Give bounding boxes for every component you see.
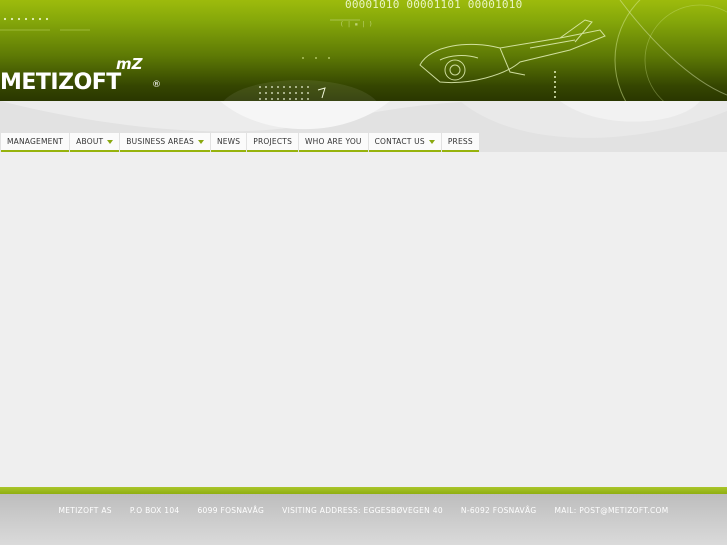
nav-item-about[interactable]: ABOUT xyxy=(70,133,120,152)
nav-item-contact-us[interactable]: CONTACT US xyxy=(368,133,441,152)
nav-label: PROJECTS xyxy=(253,137,293,146)
nav-item-who-are-you[interactable]: WHO ARE YOU xyxy=(299,133,368,152)
footer: METIZOFT AS P.O BOX 104 6099 FOSNAVÅG VI… xyxy=(0,494,727,545)
nav-label: NEWS xyxy=(216,137,241,146)
vertical-dots-decoration xyxy=(554,71,556,98)
dropdown-caret-icon xyxy=(428,139,435,144)
nav-item-projects[interactable]: PROJECTS xyxy=(247,133,299,152)
nav-label: CONTACT US xyxy=(374,137,425,146)
dotted-row-decoration xyxy=(3,17,49,21)
nav-label: ABOUT xyxy=(76,137,104,146)
footer-po-box: P.O BOX 104 xyxy=(129,506,180,515)
page: ( | ▪ | ) 00001010 00001101 00001010 mZ … xyxy=(0,0,727,545)
nav-item-management[interactable]: MANAGEMENT xyxy=(1,133,70,152)
nav-item-news[interactable]: NEWS xyxy=(210,133,247,152)
main-content xyxy=(0,152,727,487)
footer-visiting-address: VISITING ADDRESS: EGGESBØVEGEN 40 xyxy=(282,506,443,515)
nav-item-business-areas[interactable]: BUSINESS AREAS xyxy=(120,133,210,152)
nav-item-press[interactable]: PRESS xyxy=(441,133,479,152)
aircraft-sketch-decoration xyxy=(419,19,606,84)
nav-label: PRESS xyxy=(447,137,473,146)
footer-accent-bar xyxy=(0,487,727,494)
logo-text: METIZOFT xyxy=(0,70,121,95)
footer-contact-line: METIZOFT AS P.O BOX 104 6099 FOSNAVÅG VI… xyxy=(0,506,727,515)
nav-label: BUSINESS AREAS xyxy=(126,137,194,146)
dropdown-caret-icon xyxy=(197,139,204,144)
nav-label: WHO ARE YOU xyxy=(305,137,362,146)
binary-text: 00001010 00001101 00001010 xyxy=(345,0,523,11)
registered-mark: ® xyxy=(152,80,161,90)
metizoft-logo[interactable]: mZ METIZOFT ® xyxy=(0,56,165,96)
footer-mail-link[interactable]: MAIL: POST@METIZOFT.COM xyxy=(555,506,669,515)
footer-postal-2: N-6092 FOSNAVÅG xyxy=(460,506,537,515)
main-nav: MANAGEMENT ABOUT BUSINESS AREAS NEWS PRO… xyxy=(1,133,480,152)
dropdown-caret-icon xyxy=(107,139,114,144)
svg-text:( | ▪ | ): ( | ▪ | ) xyxy=(340,21,373,28)
nav-label: MANAGEMENT xyxy=(7,137,64,146)
footer-postal: 6099 FOSNAVÅG xyxy=(197,506,265,515)
header-banner: ( | ▪ | ) 00001010 00001101 00001010 mZ … xyxy=(0,0,727,101)
footer-company: METIZOFT AS xyxy=(58,506,112,515)
